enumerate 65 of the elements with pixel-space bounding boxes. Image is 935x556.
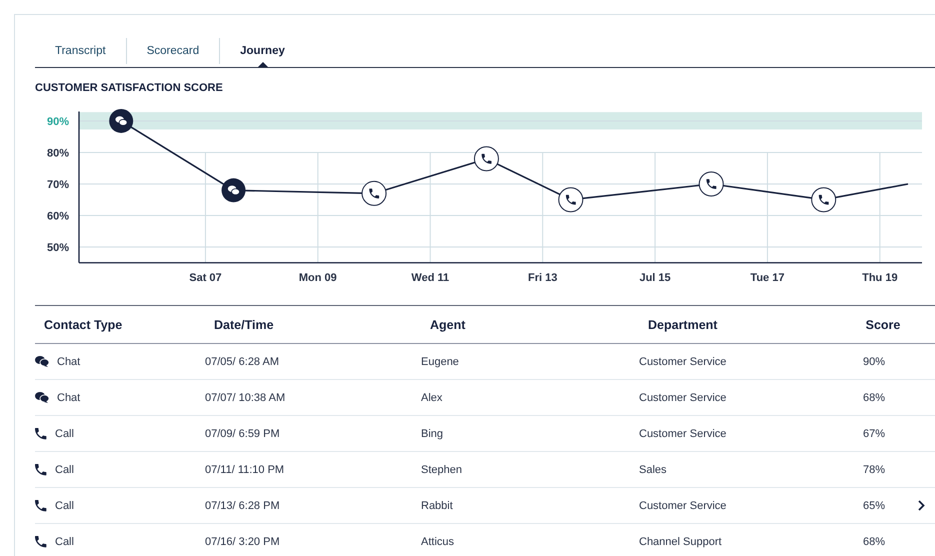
table-cell: Customer Service — [639, 356, 726, 368]
table-cell: Stephen — [421, 464, 462, 476]
call-point-marker[interactable] — [698, 171, 724, 196]
table-cell: 07/13/ 6:28 PM — [205, 500, 280, 512]
x-tick-label: Jul 15 — [639, 272, 671, 284]
call-point-marker[interactable] — [558, 187, 584, 212]
table-cell: 90% — [862, 356, 886, 368]
column-header: Contact Type — [43, 318, 124, 332]
x-tick-label: Thu 19 — [862, 272, 898, 284]
phone-icon — [35, 464, 47, 476]
y-tick-label: 50% — [46, 242, 69, 254]
phone-icon — [35, 500, 47, 512]
call-point-marker[interactable] — [474, 146, 499, 172]
table-cell: 07/07/ 10:38 AM — [205, 392, 286, 404]
column-header: Score — [864, 318, 902, 332]
table-cell: Call — [55, 464, 74, 476]
tab[interactable]: Scorecard — [126, 35, 220, 67]
chat-point-marker[interactable] — [222, 178, 246, 202]
chart-title: CUSTOMER SATISFACTION SCORE — [35, 82, 224, 94]
table-cell: Call — [55, 536, 74, 548]
phone-icon — [35, 536, 47, 548]
table-cell: Call — [55, 500, 74, 512]
table-cell: 78% — [862, 464, 886, 476]
chat-icon — [35, 356, 49, 367]
column-header: Agent — [430, 318, 466, 332]
table-cell: Sales — [639, 464, 667, 476]
table-cell: Channel Support — [639, 536, 722, 548]
table-cell: Atticus — [421, 536, 454, 548]
table-cell: Chat — [57, 356, 80, 368]
table-cell: 07/09/ 6:59 PM — [205, 428, 280, 440]
y-tick-label: 70% — [46, 178, 69, 191]
y-tick-label: 60% — [46, 210, 69, 222]
x-tick-label: Sat 07 — [189, 272, 222, 284]
chat-point-marker[interactable] — [109, 108, 134, 133]
y-tick-label: 90% — [46, 116, 69, 128]
table-cell: Bing — [421, 428, 444, 440]
chat-icon — [35, 392, 49, 403]
table-cell: Customer Service — [639, 428, 726, 440]
x-tick-label: Tue 17 — [750, 272, 784, 284]
x-tick-label: Mon 09 — [298, 272, 337, 284]
table-cell: Eugene — [421, 356, 459, 368]
tab[interactable]: Journey — [220, 35, 305, 67]
x-tick-label: Wed 11 — [411, 272, 450, 284]
table-cell: 07/11/ 11:10 PM — [205, 464, 284, 476]
table-cell: 07/16/ 3:20 PM — [205, 536, 280, 548]
table-cell: Customer Service — [639, 500, 726, 512]
table-cell: Chat — [57, 392, 80, 404]
y-tick-label: 80% — [46, 147, 69, 160]
table-cell: Rabbit — [421, 500, 453, 512]
table-cell: 65% — [862, 500, 886, 512]
phone-icon — [35, 428, 47, 440]
table-cell: 68% — [862, 536, 886, 548]
table-cell: 67% — [862, 428, 886, 440]
chevron-right-icon[interactable] — [918, 500, 925, 511]
table-cell: 68% — [862, 392, 886, 404]
table-cell: Alex — [421, 392, 442, 404]
call-point-marker[interactable] — [811, 187, 836, 212]
tab[interactable]: Transcript — [35, 35, 126, 67]
x-tick-label: Fri 13 — [528, 272, 558, 284]
table-cell: Call — [55, 428, 74, 440]
column-header: Date/Time — [214, 318, 275, 332]
table-cell: Customer Service — [639, 392, 726, 404]
table-cell: 07/05/ 6:28 AM — [205, 356, 279, 368]
call-point-marker[interactable] — [362, 180, 387, 206]
column-header: Department — [648, 318, 718, 332]
